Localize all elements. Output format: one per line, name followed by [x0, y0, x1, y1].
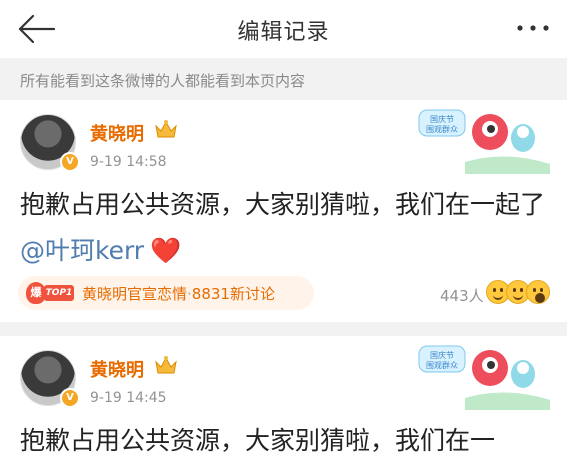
- national-day-decoration-icon: 国庆节 围观群众: [418, 345, 550, 410]
- topic-tag[interactable]: 爆 TOP1 黄晓明官宣恋情·8831新讨论: [18, 276, 314, 310]
- national-day-decoration-icon: 国庆节 围观群众: [418, 109, 550, 174]
- post-content: 抱歉占用公共资源，大家别猜啦，我们在一: [20, 418, 555, 464]
- svg-text:国庆节: 国庆节: [430, 114, 454, 124]
- svg-text:围观群众: 围观群众: [426, 360, 458, 370]
- post-text: 抱歉占用公共资源，大家别猜啦，我们在一起了: [20, 190, 546, 219]
- post-content: 抱歉占用公共资源，大家别猜啦，我们在一起了 @叶珂kerr ❤️: [20, 182, 555, 274]
- crown-icon: [155, 120, 177, 138]
- more-dots-icon[interactable]: [515, 18, 551, 38]
- hot-badge-icon: 爆: [26, 282, 46, 304]
- top-bar: 编辑记录: [0, 0, 567, 58]
- topic-discussion: 8831新讨论: [191, 285, 275, 303]
- verified-badge-icon: V: [60, 388, 80, 408]
- visibility-notice: 所有能看到这条微博的人都能看到本页内容: [0, 58, 567, 100]
- post-text: 抱歉占用公共资源，大家别猜啦，我们在一: [20, 426, 496, 455]
- crown-icon: [155, 356, 177, 374]
- heart-emoji: ❤️: [150, 236, 182, 265]
- svg-text:国庆节: 国庆节: [430, 350, 454, 360]
- post-time: 9-19 14:58: [90, 154, 167, 170]
- notice-text: 所有能看到这条微博的人都能看到本页内容: [20, 72, 306, 90]
- rank-badge: TOP1: [44, 285, 74, 301]
- author-name[interactable]: 黄晓明: [90, 356, 144, 382]
- reaction-count: 443人: [440, 287, 484, 305]
- author-name[interactable]: 黄晓明: [90, 120, 144, 146]
- post-card[interactable]: V 黄晓明 9-19 14:45 国庆节 围观群众 抱歉占用公共资源，大家别猜啦…: [0, 336, 567, 469]
- mention-link[interactable]: @叶珂kerr: [20, 236, 144, 265]
- surprised-emoji-icon: [526, 280, 550, 304]
- post-card[interactable]: V 黄晓明 9-19 14:58 国庆节 围观群众 抱歉占用公共资源，大家别猜啦…: [0, 100, 567, 322]
- page-title: 编辑记录: [237, 20, 330, 45]
- topic-label: 黄晓明官宣恋情·8831新讨论: [82, 283, 275, 304]
- post-time: 9-19 14:45: [90, 390, 167, 406]
- topic-name: 黄晓明官宣恋情: [82, 285, 188, 303]
- verified-badge-icon: V: [60, 152, 80, 172]
- svg-text:围观群众: 围观群众: [426, 124, 458, 134]
